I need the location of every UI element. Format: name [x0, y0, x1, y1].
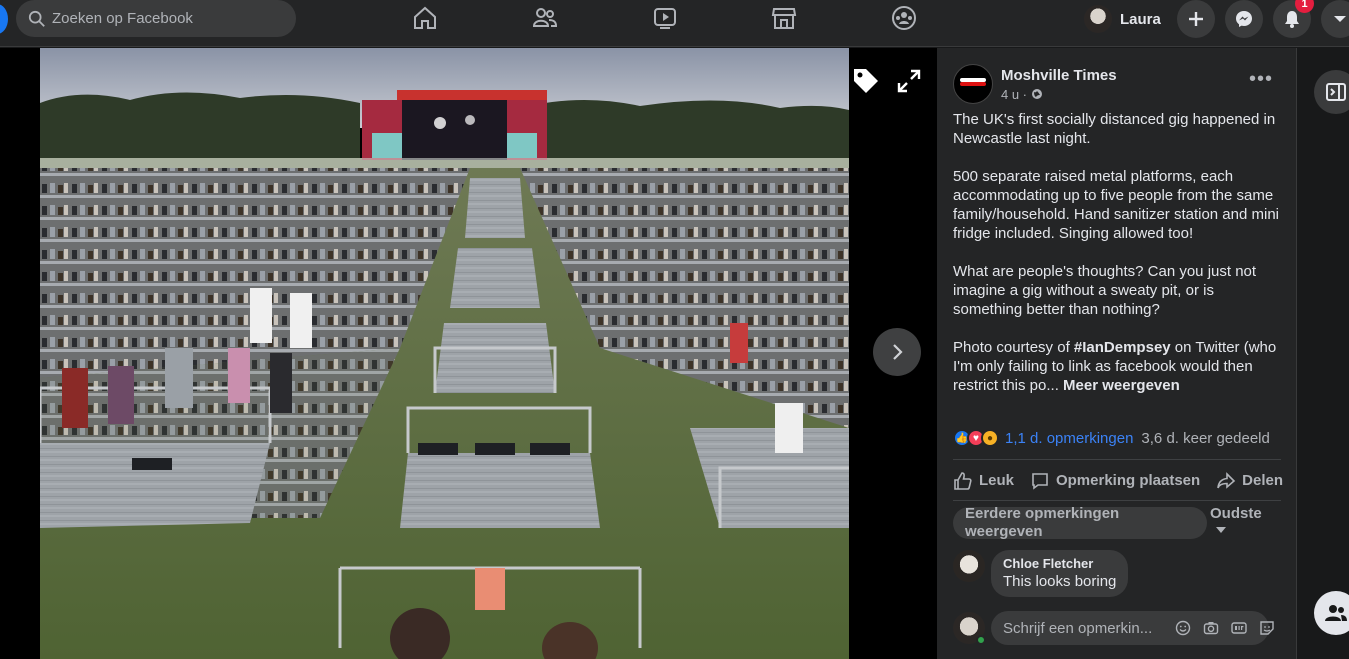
- caret-down-icon: [1216, 527, 1226, 533]
- messenger-icon: [1236, 11, 1252, 27]
- share-label: Delen: [1242, 472, 1283, 489]
- post-photo: [40, 48, 849, 659]
- create-button[interactable]: [1177, 0, 1215, 38]
- chevron-right-icon: [893, 344, 903, 360]
- divider: [953, 459, 1281, 460]
- comment-text: This looks boring: [1003, 573, 1117, 590]
- globe-icon: [1032, 89, 1043, 99]
- plus-icon: [1189, 12, 1203, 26]
- comment-label: Opmerking plaatsen: [1055, 472, 1201, 489]
- post-actions: Leuk Opmerking plaatsen Delen: [953, 468, 1283, 493]
- search-box[interactable]: [16, 0, 296, 37]
- post-panel: Moshville Times 4 u · ••• The UK's first…: [937, 48, 1296, 659]
- share-button[interactable]: Delen: [1216, 471, 1283, 491]
- groups-icon[interactable]: [889, 4, 919, 32]
- more-options-icon[interactable]: •••: [1249, 68, 1273, 91]
- next-photo-button[interactable]: [873, 328, 921, 376]
- camera-icon[interactable]: [1203, 620, 1219, 636]
- avatar: [953, 612, 986, 645]
- view-previous-comments-button[interactable]: Eerdere opmerkingen weergeven: [953, 505, 1207, 540]
- comment-author[interactable]: Chloe Fletcher: [1003, 556, 1116, 571]
- like-label: Leuk: [979, 472, 1015, 489]
- friends-icon[interactable]: [530, 4, 560, 32]
- right-sidebar: 5: [1296, 48, 1349, 659]
- sidebar-toggle-icon: [1326, 83, 1346, 101]
- post-credit: Photo courtesy of #IanDempsey on Twitter…: [953, 338, 1283, 395]
- avatar: [1084, 5, 1112, 33]
- reactions-summary[interactable]: 👍 ♥ ● 1,1 d. opmerkingen 3,6 d. keer ged…: [953, 428, 1283, 448]
- share-icon: [1217, 471, 1236, 489]
- comment-icon: [1032, 472, 1048, 490]
- comments-count[interactable]: 1,1 d. opmerkingen: [1005, 430, 1133, 447]
- photo-viewer: [0, 48, 937, 659]
- gif-icon[interactable]: [1231, 620, 1247, 636]
- see-more-link[interactable]: Meer weergeven: [1063, 377, 1180, 394]
- home-icon[interactable]: [410, 4, 440, 32]
- facebook-logo[interactable]: [0, 4, 8, 34]
- profile-button[interactable]: Laura: [1082, 2, 1171, 36]
- sticker-icon[interactable]: [1259, 620, 1275, 636]
- emoji-icon[interactable]: [1175, 620, 1191, 636]
- comment-button[interactable]: Opmerking plaatsen: [1030, 471, 1200, 491]
- post-paragraph: 500 separate raised metal platforms, eac…: [953, 168, 1280, 242]
- thumbs-up-icon: [954, 471, 972, 490]
- chevron-down-icon: [1334, 16, 1346, 22]
- marketplace-icon[interactable]: [769, 4, 799, 32]
- expand-icon[interactable]: [896, 68, 922, 94]
- toggle-sidebar-button[interactable]: [1314, 70, 1349, 114]
- online-indicator: [976, 635, 986, 645]
- post-paragraph: What are people's thoughts? Can you just…: [953, 263, 1257, 318]
- write-comment: [953, 611, 1274, 645]
- tag-icon[interactable]: [851, 66, 881, 96]
- post-header: Moshville Times 4 u ·: [953, 64, 1117, 104]
- post-paragraph: The UK's first socially distanced gig ha…: [953, 111, 1276, 147]
- messenger-button[interactable]: [1225, 0, 1263, 38]
- divider: [953, 500, 1281, 501]
- post-text: The UK's first socially distanced gig ha…: [953, 110, 1283, 414]
- notifications-button[interactable]: 1: [1273, 0, 1314, 38]
- profile-name: Laura: [1120, 10, 1161, 28]
- shares-count[interactable]: 3,6 d. keer gedeeld: [1141, 430, 1269, 447]
- comment-item: Chloe Fletcher This looks boring: [953, 550, 1129, 597]
- search-input[interactable]: [52, 10, 282, 27]
- avatar[interactable]: [953, 550, 985, 582]
- people-icon: [1325, 605, 1347, 621]
- sort-comments-dropdown[interactable]: Oudste: [1210, 504, 1262, 533]
- comment-input-box[interactable]: [991, 611, 1274, 645]
- like-button[interactable]: Leuk: [953, 471, 1014, 491]
- bell-icon: [1285, 11, 1299, 28]
- notification-badge: 1: [1295, 0, 1314, 13]
- account-menu-button[interactable]: [1321, 0, 1349, 38]
- post-time: 4 u ·: [1001, 86, 1028, 102]
- page-avatar[interactable]: [953, 64, 993, 104]
- hashtag-link[interactable]: #IanDempsey: [1074, 339, 1171, 356]
- sad-reaction-icon: ●: [981, 429, 999, 447]
- page-name[interactable]: Moshville Times: [1001, 67, 1117, 84]
- search-icon: [28, 10, 45, 27]
- contacts-button[interactable]: 5: [1314, 591, 1349, 635]
- watch-icon[interactable]: [650, 4, 680, 32]
- credit-prefix: Photo courtesy of: [953, 339, 1074, 356]
- sort-label: Oudste: [1210, 505, 1262, 522]
- comment-input[interactable]: [1003, 619, 1163, 637]
- post-timestamp[interactable]: 4 u ·: [1001, 87, 1117, 102]
- comment-bubble: Chloe Fletcher This looks boring: [991, 550, 1129, 597]
- top-navigation-bar: Laura 1: [0, 0, 1349, 47]
